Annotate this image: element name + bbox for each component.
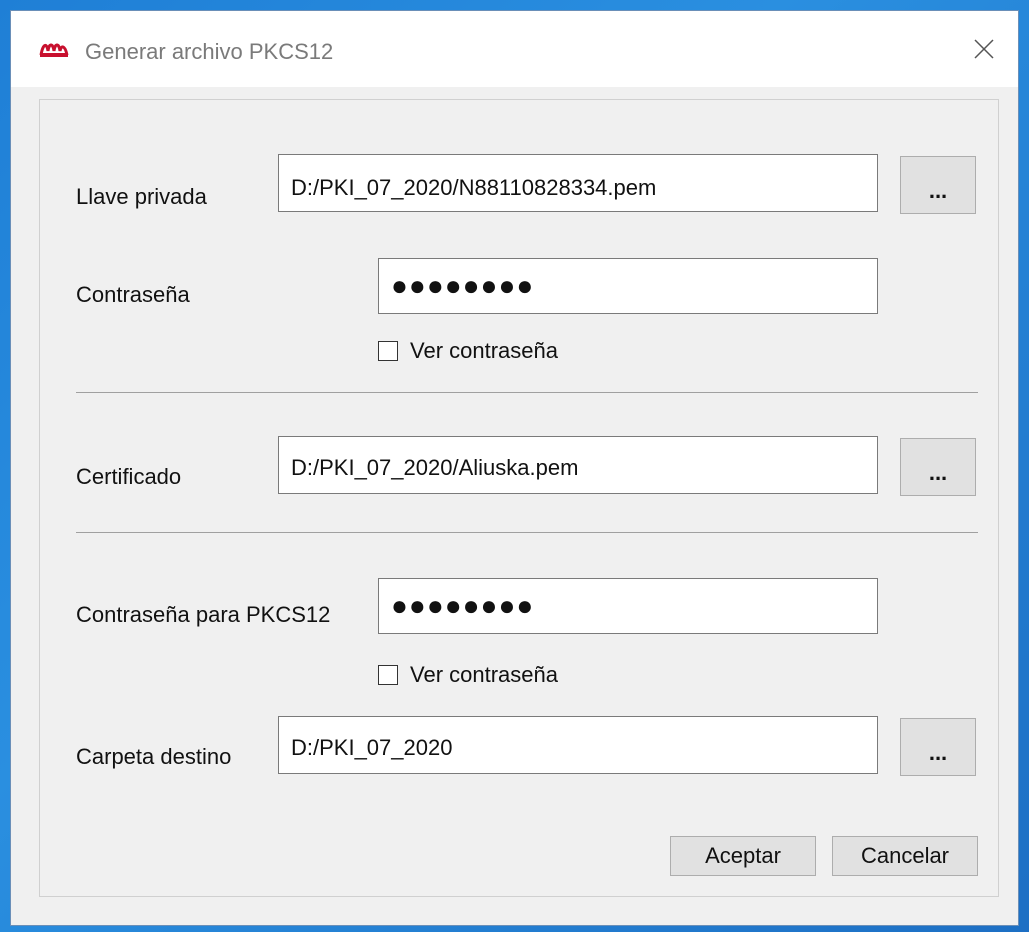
checkbox-box[interactable] <box>378 665 398 685</box>
pkcs12-password-label: Contraseña para PKCS12 <box>76 602 331 627</box>
checkbox-label: Ver contraseña <box>410 338 558 363</box>
private-key-label: Llave privada <box>76 184 207 209</box>
window-title: Generar archivo PKCS12 <box>85 39 334 64</box>
destination-label: Carpeta destino <box>76 744 232 769</box>
dialog-window: Generar archivo PKCS12 Llave privada D:/… <box>10 10 1019 926</box>
certificate-browse-button[interactable]: ... <box>900 438 976 496</box>
show-pkcs12-password-checkbox[interactable]: Ver contraseña <box>378 662 558 688</box>
certificate-label: Certificado <box>76 464 182 489</box>
destination-browse-button[interactable]: ... <box>900 718 976 776</box>
password-label: Contraseña <box>76 282 190 307</box>
close-icon[interactable] <box>964 29 1004 69</box>
certificate-input[interactable]: D:/PKI_07_2020/Aliuska.pem <box>278 436 878 494</box>
pkcs12-password-input[interactable]: ●●●●●●●● <box>378 578 878 634</box>
accept-button[interactable]: Aceptar <box>670 836 816 876</box>
password-input[interactable]: ●●●●●●●● <box>378 258 878 314</box>
divider <box>76 532 978 533</box>
title-bar: Generar archivo PKCS12 <box>11 11 1018 87</box>
cancel-button[interactable]: Cancelar <box>832 836 978 876</box>
app-logo-icon <box>39 43 69 57</box>
show-password-checkbox[interactable]: Ver contraseña <box>378 338 558 364</box>
private-key-input[interactable]: D:/PKI_07_2020/N88110828334.pem <box>278 154 878 212</box>
private-key-browse-button[interactable]: ... <box>900 156 976 214</box>
checkbox-box[interactable] <box>378 341 398 361</box>
destination-input[interactable]: D:/PKI_07_2020 <box>278 716 878 774</box>
checkbox-label: Ver contraseña <box>410 662 558 687</box>
form-panel: Llave privada D:/PKI_07_2020/N8811082833… <box>39 99 999 897</box>
divider <box>76 392 978 393</box>
